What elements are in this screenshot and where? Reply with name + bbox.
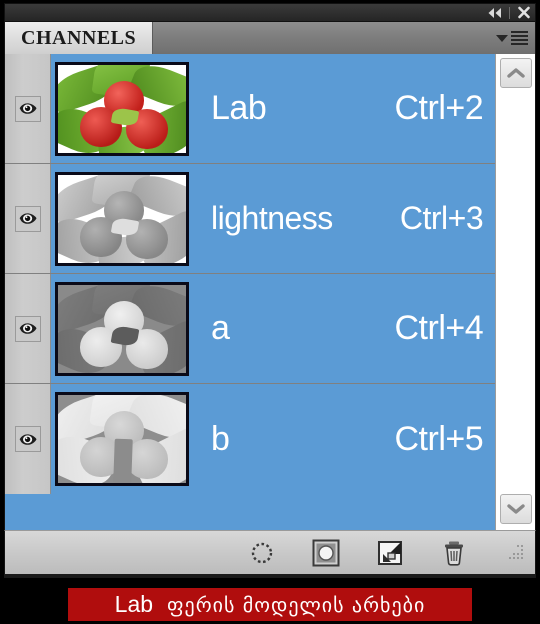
eye-icon[interactable] xyxy=(14,205,41,232)
window-titlebar xyxy=(4,3,536,22)
new-channel-icon[interactable] xyxy=(375,538,405,568)
channel-shortcut-b: Ctrl+5 xyxy=(394,419,484,458)
titlebar-separator xyxy=(509,6,510,19)
save-selection-as-channel-icon[interactable] xyxy=(311,538,341,568)
thumbnail-cell[interactable] xyxy=(51,61,193,156)
delete-channel-icon[interactable] xyxy=(439,538,469,568)
scrollbar-track[interactable] xyxy=(496,88,535,530)
scroll-up-button[interactable] xyxy=(499,58,532,88)
eye-icon[interactable] xyxy=(14,426,41,452)
channel-thumbnail-a xyxy=(55,281,189,376)
channel-row-lightness[interactable]: lightness Ctrl+3 xyxy=(5,164,496,274)
resize-grip-icon[interactable] xyxy=(509,544,525,561)
visibility-cell[interactable] xyxy=(5,384,51,494)
channels-panel-window: CHANNELS Lab Ctrl+2 lightness Ctrl+3 a C… xyxy=(0,0,540,624)
channel-thumbnail-lightness xyxy=(55,171,189,266)
channel-thumbnail-lab xyxy=(55,61,189,156)
scroll-down-button[interactable] xyxy=(499,494,532,524)
collapse-to-icons-button[interactable] xyxy=(484,4,506,21)
panel-toolbar xyxy=(4,530,536,574)
toolbar-bottom-border xyxy=(4,574,536,578)
tab-channels[interactable]: CHANNELS xyxy=(5,22,154,54)
vertical-scrollbar[interactable] xyxy=(495,54,535,530)
caption-banner: Lab ფერის მოდელის არხები xyxy=(68,588,472,621)
caption-georgian-text: ფერის მოდელის არხები xyxy=(167,592,426,617)
channel-shortcut-lab: Ctrl+2 xyxy=(394,89,484,127)
channel-name-lightness: lightness xyxy=(211,200,333,236)
panel-menu-icon[interactable] xyxy=(495,22,535,54)
channel-row-b[interactable]: b Ctrl+5 xyxy=(5,384,496,494)
channel-name-a: a xyxy=(211,309,230,347)
visibility-cell[interactable] xyxy=(5,164,51,273)
channel-row-a[interactable]: a Ctrl+4 xyxy=(5,274,496,384)
thumbnail-cell[interactable] xyxy=(51,281,193,376)
visibility-cell[interactable] xyxy=(5,274,51,383)
caption-latin-text: Lab xyxy=(114,591,154,617)
tab-channels-label: CHANNELS xyxy=(21,26,137,49)
tabstrip-empty-space xyxy=(153,22,495,54)
chevron-down-icon xyxy=(496,34,508,42)
close-button[interactable] xyxy=(513,4,535,21)
channel-shortcut-lightness: Ctrl+3 xyxy=(399,200,484,236)
hamburger-lines-icon xyxy=(511,31,528,45)
thumbnail-cell[interactable] xyxy=(51,392,193,486)
channel-row-lab[interactable]: Lab Ctrl+2 xyxy=(5,54,496,164)
channel-name-lab: Lab xyxy=(211,89,267,127)
thumbnail-cell[interactable] xyxy=(51,171,193,266)
eye-icon[interactable] xyxy=(14,95,41,122)
channel-name-b: b xyxy=(211,419,230,458)
eye-icon[interactable] xyxy=(14,315,41,342)
visibility-cell[interactable] xyxy=(5,54,51,163)
channel-list: Lab Ctrl+2 lightness Ctrl+3 a Ctrl+4 b C… xyxy=(4,54,536,530)
panel-tabstrip: CHANNELS xyxy=(4,22,536,54)
channel-shortcut-a: Ctrl+4 xyxy=(394,309,484,347)
channel-rows: Lab Ctrl+2 lightness Ctrl+3 a Ctrl+4 b C… xyxy=(5,54,496,530)
channel-thumbnail-b xyxy=(55,392,189,486)
load-channel-as-selection-icon[interactable] xyxy=(247,538,277,568)
